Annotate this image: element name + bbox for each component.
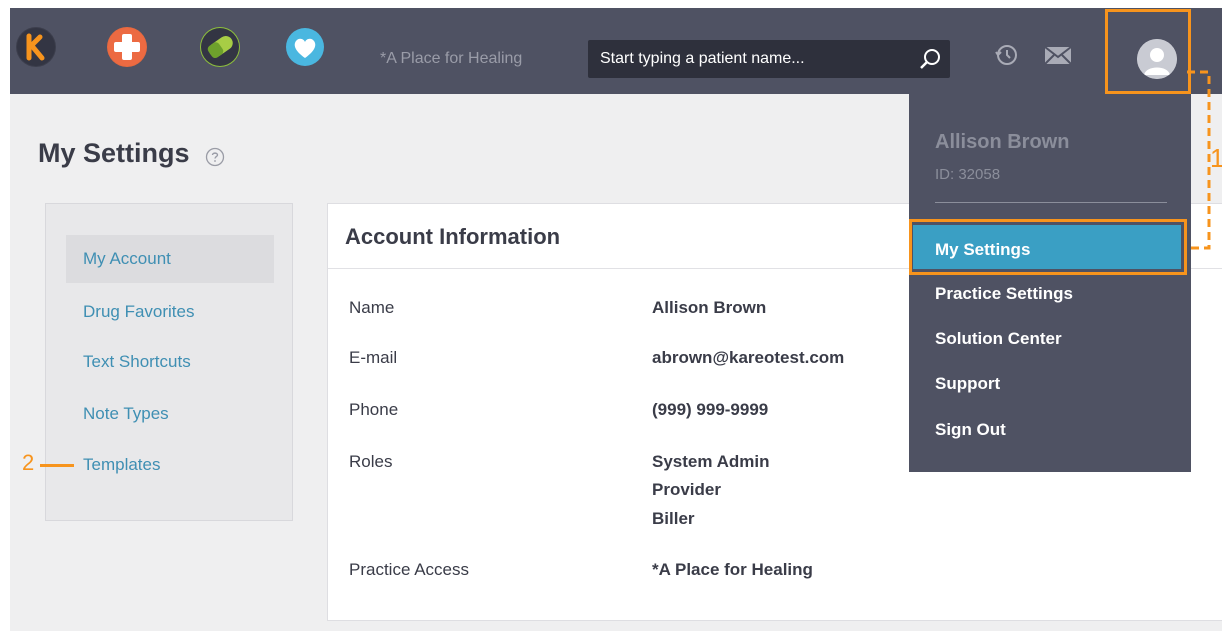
top-navigation-bar: *A Place for Healing [10,8,1222,94]
sidebar-item-my-account[interactable]: My Account [66,235,274,283]
menu-item-solution-center[interactable]: Solution Center [935,329,1062,349]
page-title: My Settings [38,138,190,168]
roles-label: Roles [349,452,393,471]
mail-icon[interactable] [1043,42,1073,68]
user-name: Allison Brown [935,131,1070,153]
menu-item-practice-settings[interactable]: Practice Settings [935,284,1073,304]
role-value-2: Provider [652,480,721,499]
sidebar-item-note-types[interactable]: Note Types [66,390,274,438]
pill-icon[interactable] [200,27,240,67]
my-settings-highlight [909,219,1187,275]
patient-search-input[interactable] [600,40,900,78]
medical-cross-icon[interactable] [107,27,147,67]
practice-name[interactable]: *A Place for Healing [380,50,522,68]
role-value-3: Biller [652,509,695,528]
search-icon[interactable] [918,47,942,71]
menu-divider [935,202,1167,203]
practice-access-value: *A Place for Healing [652,560,813,579]
sidebar-item-text-shortcuts[interactable]: Text Shortcuts [66,338,274,386]
menu-item-support[interactable]: Support [935,374,1000,394]
callout-number-1: 1 [1210,143,1222,173]
role-value-1: System Admin [652,452,770,471]
patient-search-box[interactable] [588,40,950,78]
sidebar-item-drug-favorites[interactable]: Drug Favorites [66,288,274,336]
settings-sidebar: My Account Drug Favorites Text Shortcuts… [45,203,293,521]
user-dropdown-menu: Allison Brown ID: 32058 My Settings Prac… [909,94,1191,472]
callout-number-2: 2 [22,450,35,475]
email-label: E-mail [349,348,398,367]
history-icon[interactable] [993,42,1019,68]
practice-access-label: Practice Access [349,560,469,579]
name-label: Name [349,298,395,317]
kareo-logo-icon[interactable] [16,27,56,67]
callout-line-2 [40,464,74,467]
heart-icon[interactable] [285,27,325,67]
user-id: ID: 32058 [935,166,1001,183]
name-value: Allison Brown [652,298,767,317]
phone-value: (999) 999-9999 [652,400,769,419]
user-button-highlight [1105,9,1191,94]
sidebar-item-templates[interactable]: Templates [66,441,274,489]
help-icon[interactable] [205,147,225,167]
email-value: abrown@kareotest.com [652,348,845,367]
menu-item-sign-out[interactable]: Sign Out [935,420,1006,440]
card-title: Account Information [345,224,561,249]
phone-label: Phone [349,400,399,419]
